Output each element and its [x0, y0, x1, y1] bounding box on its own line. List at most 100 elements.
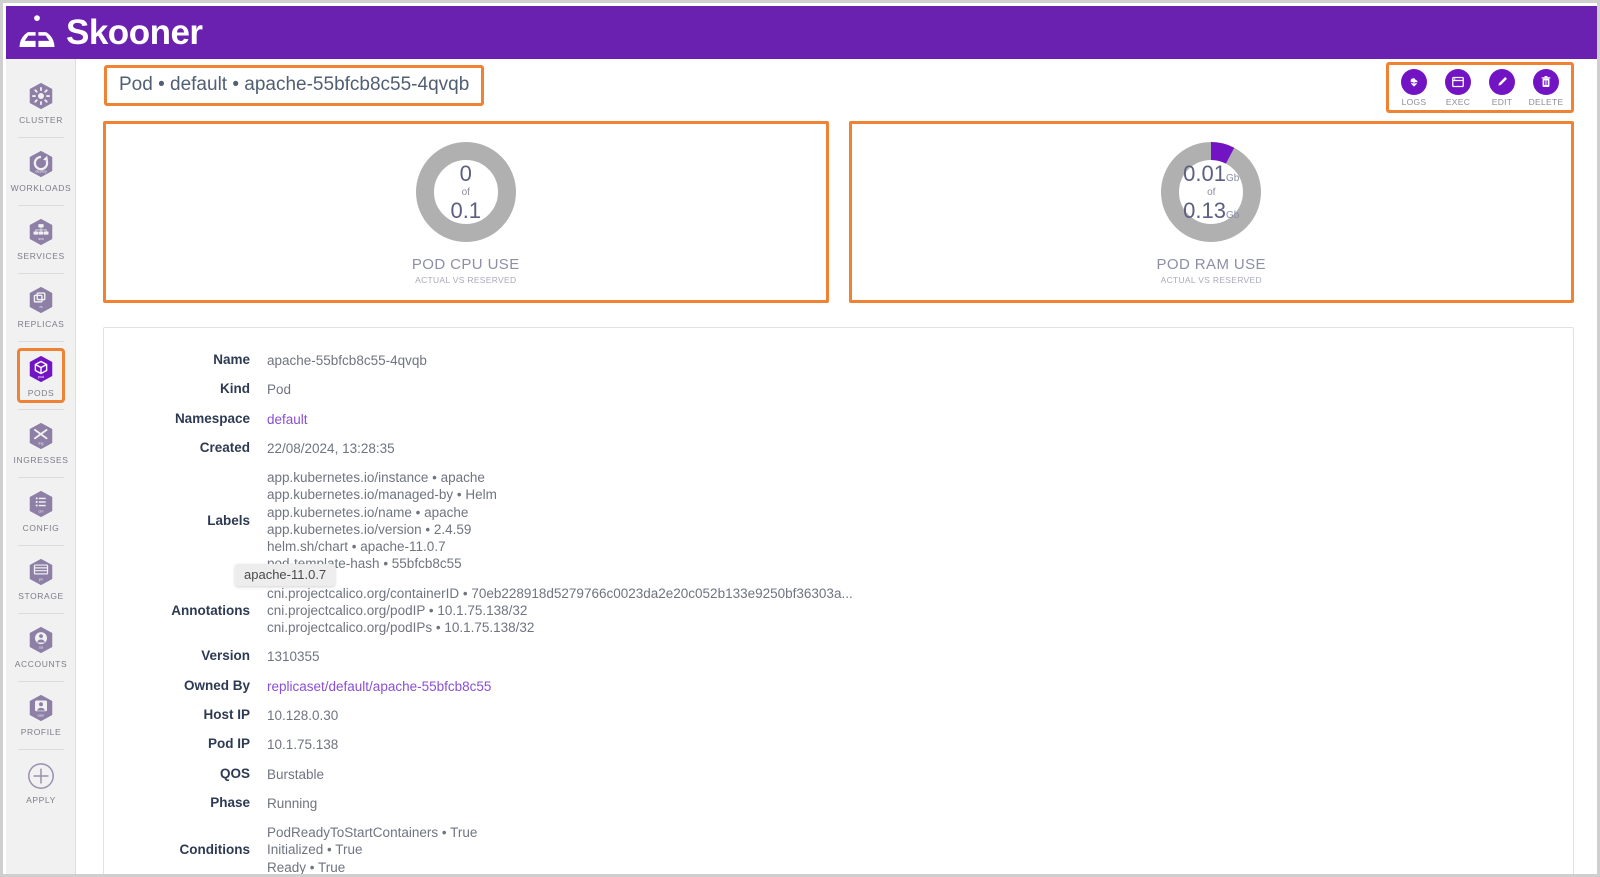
detail-label: Host IP — [203, 706, 250, 722]
kubernetes-wheel-icon — [26, 81, 56, 111]
sidebar-item-config[interactable]: cm CONFIG — [6, 477, 75, 545]
detail-label: Conditions — [179, 842, 251, 858]
detail-value: Running — [267, 795, 318, 811]
cm-hexagon-icon: cm — [26, 489, 56, 519]
action-label: EDIT — [1491, 97, 1513, 107]
edit-button[interactable]: EDIT — [1485, 69, 1519, 107]
svg-text:cm: cm — [39, 509, 44, 513]
cpu-donut-chart: 0 of 0.1 — [412, 138, 520, 246]
detail-row: Labels app.kubernetes.io/instance • apach… — [104, 463, 1573, 579]
detail-label: Labels — [207, 513, 250, 529]
action-label: LOGS — [1401, 97, 1427, 107]
sidebar-item-profile[interactable]: user PROFILE — [6, 681, 75, 749]
sidebar-item-label: APPLY — [26, 795, 56, 805]
detail-value: cni.projectcalico.org/containerID • 70eb… — [267, 585, 853, 636]
sidebar-item-services[interactable]: svc SERVICES — [6, 205, 75, 273]
detail-row: Namespace default — [104, 405, 1573, 434]
svg-text:pv: pv — [39, 577, 43, 581]
svc-hexagon-icon: svc — [26, 217, 56, 247]
detail-label: Namespace — [174, 410, 250, 426]
pod-hexagon-icon: pod — [26, 354, 56, 384]
pod-ram-use-card: 0.01Gb of 0.13Gb POD RAM USE ACTUAL VS R… — [848, 121, 1574, 303]
delete-button[interactable]: DELETE — [1529, 69, 1563, 107]
sidebar-item-label: ACCOUNTS — [14, 659, 68, 669]
detail-row: Host IP 10.128.0.30 — [104, 701, 1573, 730]
detail-row: Conditions PodReadyToStartContainers • Tr… — [104, 818, 1573, 875]
pod-details-list: Name apache-55bfcb8c55-4qvqb Kind Pod Namesp… — [104, 346, 1573, 875]
rs-hexagon-icon: rs — [26, 285, 56, 315]
svg-text:pod: pod — [38, 374, 44, 378]
detail-value: Burstable — [267, 766, 325, 782]
detail-label: Created — [199, 439, 250, 455]
sidebar-item-pods[interactable]: pod PODS — [6, 341, 75, 409]
pv-hexagon-icon: pv — [26, 557, 56, 587]
svg-text:deploy: deploy — [35, 168, 47, 173]
svg-text:ing: ing — [38, 441, 43, 445]
user-hexagon-icon: user — [26, 693, 56, 723]
terminal-window-icon — [1445, 69, 1471, 95]
sidebar-item-label: STORAGE — [18, 591, 64, 601]
ram-chart-subtitle: ACTUAL VS RESERVED — [1160, 275, 1262, 285]
plus-circle-icon — [26, 761, 56, 791]
ing-hexagon-icon: ing — [26, 421, 56, 451]
detail-value: 10.1.75.138 — [267, 737, 339, 753]
svg-text:svc: svc — [38, 237, 44, 241]
detail-value: Pod — [267, 382, 292, 398]
detail-value: 22/08/2024, 13:28:35 — [267, 440, 395, 456]
detail-value: app.kubernetes.io/instance • apache app.… — [267, 470, 497, 572]
sidebar-item-label: CONFIG — [22, 523, 60, 533]
download-cloud-icon — [1401, 69, 1427, 95]
action-label: EXEC — [1445, 97, 1471, 107]
skooner-logo-icon — [16, 12, 58, 54]
detail-row: QOS Burstable — [104, 760, 1573, 789]
sidebar-item-replicas[interactable]: rs REPLICAS — [6, 273, 75, 341]
sidebar-item-label: PODS — [27, 387, 55, 398]
sidebar-item-label: SERVICES — [17, 251, 65, 261]
action-toolbar: LOGS EXEC EDIT DELETE — [1386, 62, 1574, 113]
label-value-tooltip: apache-11.0.7 — [235, 563, 336, 586]
detail-value: PodReadyToStartContainers • True Initial… — [267, 825, 478, 875]
detail-value-link[interactable]: replicaset/default/apache-55bfcb8c55 — [267, 678, 491, 695]
breadcrumb: Pod • default • apache-55bfcb8c55-4qvqb — [104, 65, 485, 106]
sidebar-item-apply[interactable]: APPLY — [6, 749, 75, 817]
sidebar: CLUSTER deploy WORKLOADS svc SERVICES rs… — [6, 59, 76, 874]
pod-details-card: Name apache-55bfcb8c55-4qvqb Kind Pod Namesp… — [103, 327, 1574, 875]
sa-hexagon-icon: sa — [26, 625, 56, 655]
detail-value: 10.128.0.30 — [267, 707, 339, 723]
cpu-chart-title: POD CPU USE — [411, 256, 520, 273]
detail-label: Phase — [210, 794, 250, 810]
detail-row: Annotations cni.projectcalico.org/contain… — [104, 579, 1573, 643]
detail-value-link[interactable]: default — [267, 411, 308, 428]
exec-button[interactable]: EXEC — [1441, 69, 1475, 107]
sidebar-item-label: WORKLOADS — [10, 183, 72, 193]
detail-label: Name — [213, 352, 250, 367]
detail-row: Kind Pod — [104, 375, 1573, 404]
logs-button[interactable]: LOGS — [1397, 69, 1431, 107]
pod-cpu-use-card: 0 of 0.1 POD CPU USE ACTUAL VS RESERVED — [103, 121, 829, 303]
deploy-hexagon-icon: deploy — [26, 149, 56, 179]
detail-label: Kind — [220, 381, 250, 397]
metrics-row: 0 of 0.1 POD CPU USE ACTUAL VS RESERVED … — [77, 121, 1597, 303]
detail-row: Phase Running — [104, 789, 1573, 818]
sidebar-item-label: PROFILE — [20, 727, 62, 737]
svg-text:user: user — [38, 714, 46, 718]
sidebar-item-workloads[interactable]: deploy WORKLOADS — [6, 137, 75, 205]
detail-value: 1310355 — [267, 649, 320, 665]
action-label: DELETE — [1528, 97, 1564, 107]
detail-label: QOS — [219, 765, 250, 781]
detail-label: Pod IP — [207, 736, 250, 752]
sidebar-item-cluster[interactable]: CLUSTER — [6, 69, 75, 137]
content-header: Pod • default • apache-55bfcb8c55-4qvqb … — [77, 59, 1597, 117]
sidebar-item-accounts[interactable]: sa ACCOUNTS — [6, 613, 75, 681]
sidebar-item-ingresses[interactable]: ing INGRESSES — [6, 409, 75, 477]
svg-text:rs: rs — [39, 305, 42, 309]
skooner-app-window: Skooner CLUSTER deploy WORKLOADS svc SER… — [0, 0, 1600, 877]
detail-value: apache-55bfcb8c55-4qvqb — [267, 353, 427, 368]
detail-row: Pod IP 10.1.75.138 — [104, 730, 1573, 759]
main-content: Pod • default • apache-55bfcb8c55-4qvqb … — [77, 59, 1597, 875]
ram-chart-title: POD RAM USE — [1156, 256, 1266, 273]
sidebar-item-storage[interactable]: pv STORAGE — [6, 545, 75, 613]
detail-row: Owned By replicaset/default/apache-55bfcb… — [104, 672, 1573, 701]
detail-row: Name apache-55bfcb8c55-4qvqb — [104, 346, 1573, 375]
detail-label: Owned By — [183, 677, 250, 693]
